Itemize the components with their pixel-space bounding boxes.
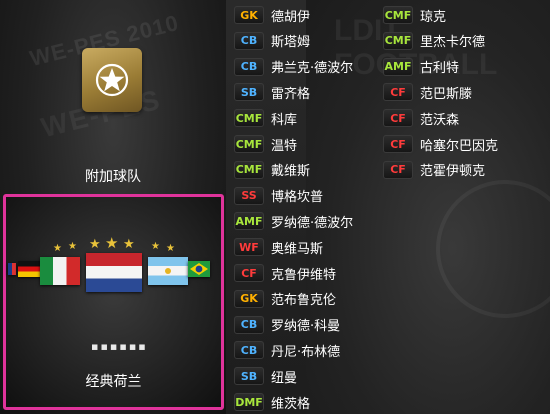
- player-name: 罗纳德·科曼: [271, 319, 341, 335]
- player-row[interactable]: CF 范霍伊顿克: [383, 160, 485, 180]
- star-icon: ★: [166, 243, 175, 254]
- position-badge: CMF: [383, 31, 413, 50]
- player-row[interactable]: CF 范沃森: [383, 108, 459, 128]
- position-badge: DMF: [234, 393, 264, 411]
- player-row[interactable]: SB 纽曼: [234, 366, 297, 386]
- position-badge: WF: [234, 238, 264, 257]
- player-row[interactable]: CMF 琼克: [383, 5, 446, 25]
- star-icon: ★: [151, 241, 160, 252]
- player-row[interactable]: CF 范巴斯滕: [383, 82, 472, 102]
- page-indicator: ▪▪▪▪▪▪: [91, 340, 148, 353]
- position-badge: CF: [383, 109, 413, 128]
- netherlands-flag-icon: [86, 253, 142, 292]
- player-row[interactable]: GK 德胡伊: [234, 5, 310, 25]
- player-row[interactable]: AMF 罗纳德·德波尔: [234, 211, 353, 231]
- position-badge: CMF: [234, 109, 264, 128]
- extra-team-label: 附加球队: [85, 169, 141, 185]
- player-row[interactable]: CF 克鲁伊维特: [234, 263, 336, 283]
- player-name: 维茨格: [271, 396, 311, 412]
- player-name: 罗纳德·德波尔: [271, 215, 354, 231]
- player-row[interactable]: CMF 戴维斯: [234, 160, 310, 180]
- player-name: 奥维马斯: [271, 241, 324, 257]
- brazil-flag-icon: [188, 261, 210, 277]
- star-badge-icon: [95, 63, 129, 97]
- extra-team-button[interactable]: [82, 48, 142, 112]
- star-icon: ★: [89, 237, 101, 252]
- player-row[interactable]: CB 弗兰克·德波尔: [234, 57, 353, 77]
- position-badge: CF: [234, 264, 264, 282]
- player-name: 科库: [271, 112, 298, 128]
- player-row[interactable]: CB 丹尼·布林德: [234, 340, 340, 360]
- player-name: 戴维斯: [271, 164, 311, 180]
- position-badge: CF: [383, 83, 413, 102]
- player-row[interactable]: CF 哈塞尔巴因克: [383, 134, 498, 154]
- italy-flag-icon: [40, 257, 80, 285]
- player-name: 弗兰克·德波尔: [271, 61, 354, 77]
- star-icon: ★: [68, 241, 77, 252]
- player-name: 范布鲁克伦: [271, 293, 337, 309]
- player-row[interactable]: SB 雷齐格: [234, 82, 310, 102]
- player-name: 斯塔姆: [271, 35, 311, 51]
- player-row[interactable]: CB 罗纳德·科曼: [234, 315, 340, 335]
- position-badge: GK: [234, 289, 264, 308]
- argentina-flag-icon: [148, 257, 188, 285]
- player-name: 温特: [271, 138, 298, 154]
- position-badge: SB: [234, 83, 264, 102]
- player-name: 雷齐格: [271, 86, 311, 102]
- position-badge: CMF: [234, 135, 264, 153]
- position-badge: CB: [234, 315, 264, 334]
- position-badge: SS: [234, 186, 264, 205]
- position-badge: CF: [383, 160, 413, 179]
- player-name: 古利特: [420, 61, 460, 77]
- player-row[interactable]: AMF 古利特: [383, 57, 459, 77]
- small-flag-icon: [8, 263, 16, 275]
- player-name: 里杰卡尔德: [420, 35, 486, 51]
- player-row[interactable]: WF 奥维马斯: [234, 237, 323, 257]
- position-badge: CF: [383, 135, 413, 153]
- position-badge: CB: [234, 57, 264, 76]
- position-badge: AMF: [234, 212, 264, 231]
- player-row[interactable]: CB 斯塔姆: [234, 31, 310, 51]
- star-icon: ★: [123, 237, 135, 252]
- player-name: 范巴斯滕: [420, 86, 473, 102]
- player-row[interactable]: SS 博格坎普: [234, 186, 323, 206]
- position-badge: GK: [234, 6, 264, 24]
- player-name: 克鲁伊维特: [271, 267, 337, 283]
- team-select-panel: WE-PES 2010 WE-PES 附加球队 ★ ★ ★ ★ ★ ★ ★ ▪▪…: [0, 0, 226, 414]
- position-badge: CMF: [234, 160, 264, 179]
- player-name: 纽曼: [271, 370, 298, 386]
- star-icon: ★: [53, 243, 62, 254]
- classic-team-label: 经典荷兰: [85, 374, 142, 390]
- roster-panel: LDIT FOOTBALL GK 德胡伊 CB 斯塔姆 CB 弗兰克·德波尔 SB 雷齐格 CM…: [226, 0, 550, 414]
- player-name: 哈塞尔巴因克: [420, 138, 499, 154]
- star-icon: ★: [105, 234, 119, 252]
- player-name: 琼克: [420, 9, 447, 25]
- classic-netherlands-card[interactable]: ★ ★ ★ ★ ★ ★ ★ ▪▪▪▪▪▪ 经典荷兰: [3, 194, 224, 410]
- player-name: 博格坎普: [271, 190, 324, 206]
- player-row[interactable]: CMF 科库: [234, 108, 297, 128]
- position-badge: SB: [234, 367, 264, 386]
- position-badge: CMF: [383, 6, 413, 24]
- player-row[interactable]: CMF 温特: [234, 134, 297, 154]
- position-badge: CB: [234, 341, 264, 360]
- position-badge: AMF: [383, 57, 413, 76]
- player-row[interactable]: GK 范布鲁克伦: [234, 289, 336, 309]
- player-name: 丹尼·布林德: [271, 344, 341, 360]
- player-row[interactable]: DMF 维茨格: [234, 392, 310, 412]
- player-name: 德胡伊: [271, 9, 311, 25]
- position-badge: CB: [234, 31, 264, 50]
- player-name: 范沃森: [420, 112, 460, 128]
- player-name: 范霍伊顿克: [420, 164, 486, 180]
- player-row[interactable]: CMF 里杰卡尔德: [383, 31, 485, 51]
